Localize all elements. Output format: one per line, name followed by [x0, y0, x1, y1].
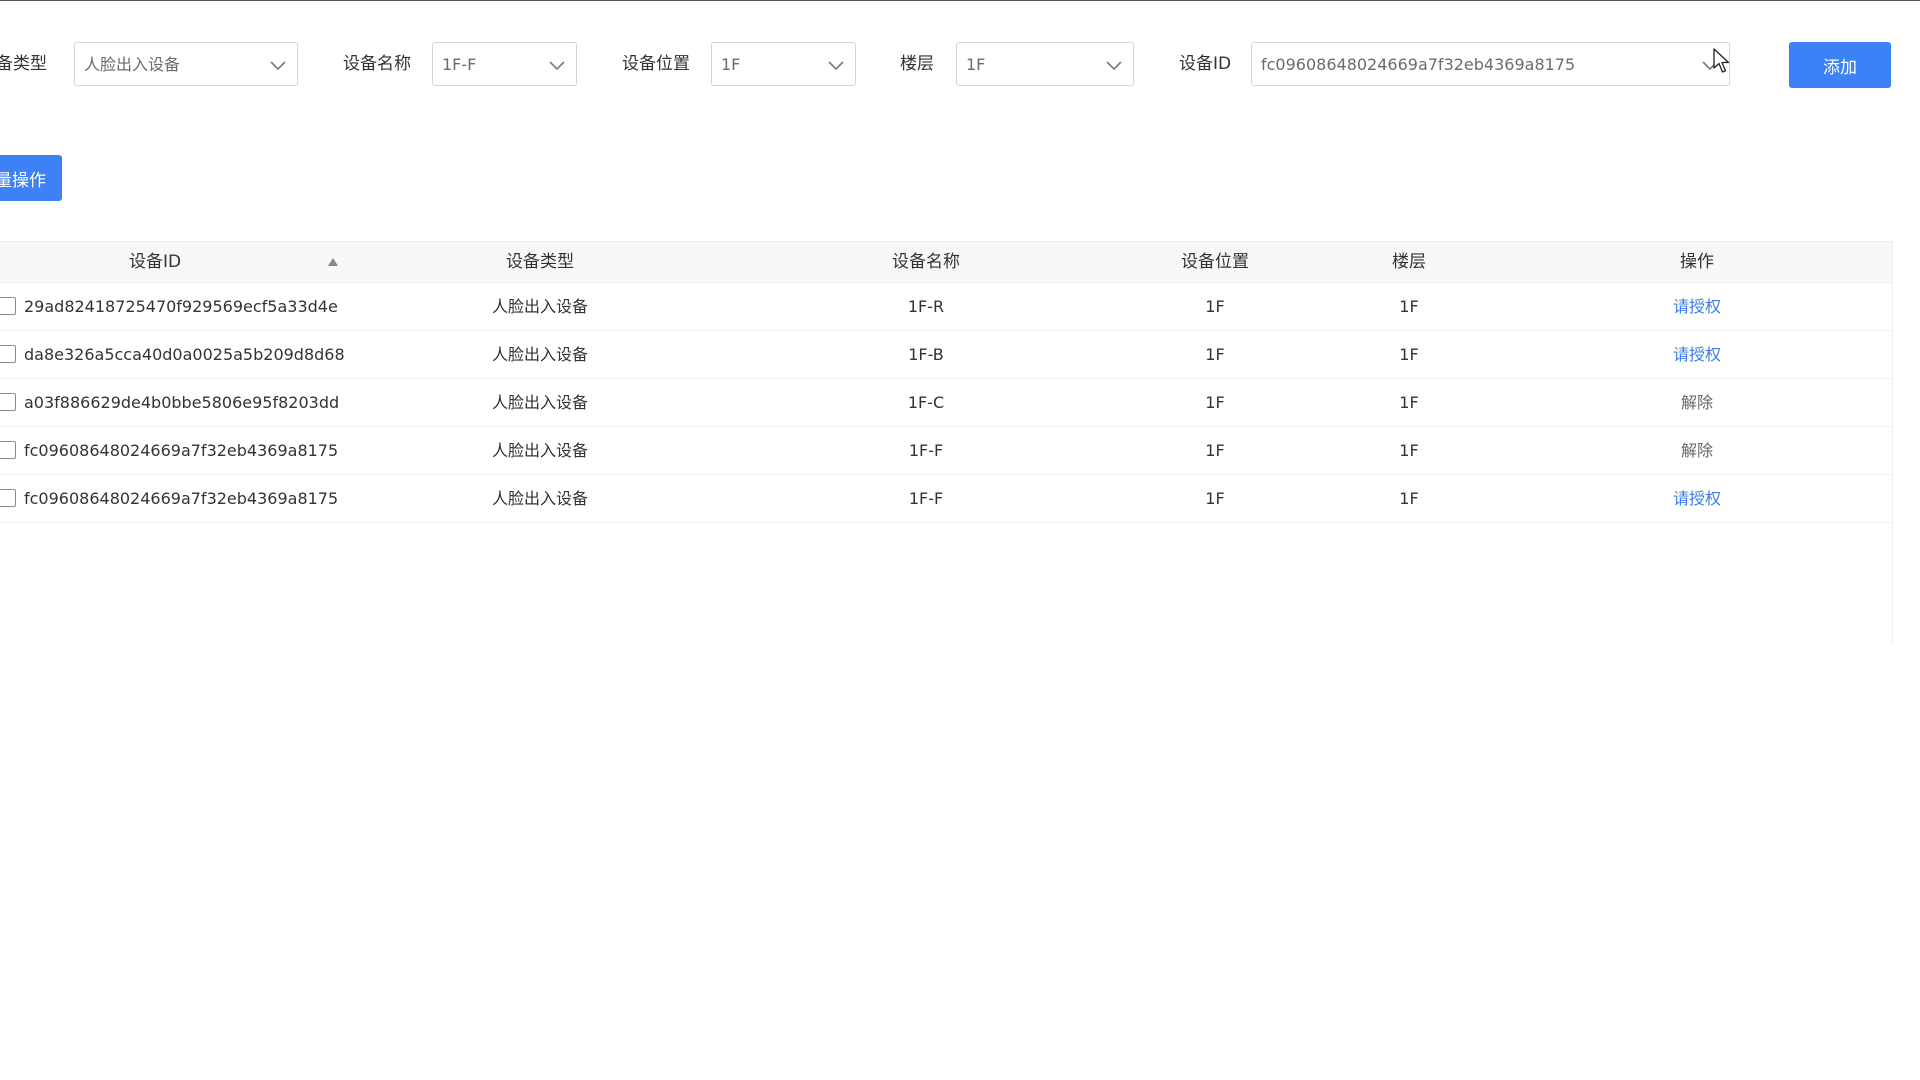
chevron-down-icon [828, 61, 844, 71]
chevron-down-icon [549, 61, 565, 71]
device-name-select[interactable]: 1F-F [432, 42, 577, 86]
sort-ascending-icon[interactable] [327, 256, 339, 268]
table-row: fc09608648024669a7f32eb4369a8175 人脸出入设备 … [0, 475, 1892, 523]
column-header-device-id[interactable]: 设备ID [129, 242, 181, 282]
device-name-label: 设备名称 [343, 54, 411, 74]
authorize-link[interactable]: 请授权 [1673, 283, 1721, 330]
device-location-value: 1F [721, 55, 741, 74]
cell-device-type: 人脸出入设备 [491, 297, 589, 316]
mouse-pointer-icon [1713, 48, 1730, 73]
cell-device-id: da8e326a5cca40d0a0025a5b209d8d68 [24, 345, 345, 364]
row-checkbox[interactable] [0, 489, 16, 507]
authorize-link[interactable]: 请授权 [1673, 475, 1721, 522]
cell-device-id: fc09608648024669a7f32eb4369a8175 [24, 489, 339, 508]
row-checkbox[interactable] [0, 393, 16, 411]
column-header-device-name: 设备名称 [892, 252, 960, 272]
cell-device-id: 29ad82418725470f929569ecf5a33d4e [24, 297, 338, 316]
device-type-label: 备类型 [0, 54, 47, 74]
floor-value: 1F [966, 55, 986, 74]
device-location-select[interactable]: 1F [711, 42, 856, 86]
row-checkbox[interactable] [0, 345, 16, 363]
cell-floor: 1F [1399, 393, 1419, 412]
cell-device-type: 人脸出入设备 [491, 441, 589, 460]
cell-floor: 1F [1399, 441, 1419, 460]
device-name-value: 1F-F [442, 55, 477, 74]
cell-device-name: 1F-F [908, 441, 944, 460]
device-id-label: 设备ID [1179, 54, 1232, 74]
column-header-floor: 楼层 [1392, 252, 1426, 272]
cell-device-id: fc09608648024669a7f32eb4369a8175 [24, 441, 339, 460]
row-checkbox[interactable] [0, 297, 16, 315]
cell-device-location: 1F [1205, 297, 1225, 316]
table-row: 29ad82418725470f929569ecf5a33d4e 人脸出入设备 … [0, 283, 1892, 331]
top-divider [0, 0, 1920, 1]
floor-label: 楼层 [900, 54, 934, 74]
cell-device-name: 1F-C [907, 393, 945, 412]
device-location-label: 设备位置 [622, 54, 690, 74]
cell-device-name: 1F-F [908, 489, 944, 508]
table-header: 设备ID 设备类型 设备名称 设备位置 楼层 操作 [0, 241, 1892, 283]
add-button[interactable]: 添加 [1789, 42, 1891, 88]
floor-select[interactable]: 1F [956, 42, 1134, 86]
cell-device-id: a03f886629de4b0bbe5806e95f8203dd [24, 393, 340, 412]
cell-floor: 1F [1399, 345, 1419, 364]
column-header-action: 操作 [1680, 252, 1714, 272]
unbind-link[interactable]: 解除 [1681, 427, 1713, 474]
table-row: fc09608648024669a7f32eb4369a8175 人脸出入设备 … [0, 427, 1892, 475]
unbind-link[interactable]: 解除 [1681, 379, 1713, 426]
cell-device-type: 人脸出入设备 [491, 489, 589, 508]
device-id-value: fc09608648024669a7f32eb4369a8175 [1261, 55, 1576, 74]
device-type-value: 人脸出入设备 [84, 55, 181, 74]
authorize-link[interactable]: 请授权 [1673, 331, 1721, 378]
chevron-down-icon [270, 61, 286, 71]
cell-device-name: 1F-R [907, 297, 945, 316]
table-row: da8e326a5cca40d0a0025a5b209d8d68 人脸出入设备 … [0, 331, 1892, 379]
cell-floor: 1F [1399, 297, 1419, 316]
cell-device-type: 人脸出入设备 [491, 345, 589, 364]
cell-device-location: 1F [1205, 345, 1225, 364]
cell-device-location: 1F [1205, 489, 1225, 508]
device-management-page: 备类型 人脸出入设备 设备名称 1F-F 设备位置 1F 楼层 1F 设备ID … [0, 0, 1920, 1080]
device-id-select[interactable]: fc09608648024669a7f32eb4369a8175 [1251, 42, 1730, 86]
column-header-device-location: 设备位置 [1181, 252, 1249, 272]
chevron-down-icon [1106, 61, 1122, 71]
row-checkbox[interactable] [0, 441, 16, 459]
column-header-device-type: 设备类型 [506, 252, 574, 272]
cell-floor: 1F [1399, 489, 1419, 508]
cell-device-name: 1F-B [908, 345, 944, 364]
cell-device-type: 人脸出入设备 [491, 393, 589, 412]
device-table: 设备ID 设备类型 设备名称 设备位置 楼层 操作 29ad8241872547… [0, 241, 1893, 645]
table-row: a03f886629de4b0bbe5806e95f8203dd 人脸出入设备 … [0, 379, 1892, 427]
cell-device-location: 1F [1205, 441, 1225, 460]
device-type-select[interactable]: 人脸出入设备 [74, 42, 298, 86]
cell-device-location: 1F [1205, 393, 1225, 412]
batch-operation-button[interactable]: 量操作 [0, 155, 62, 201]
